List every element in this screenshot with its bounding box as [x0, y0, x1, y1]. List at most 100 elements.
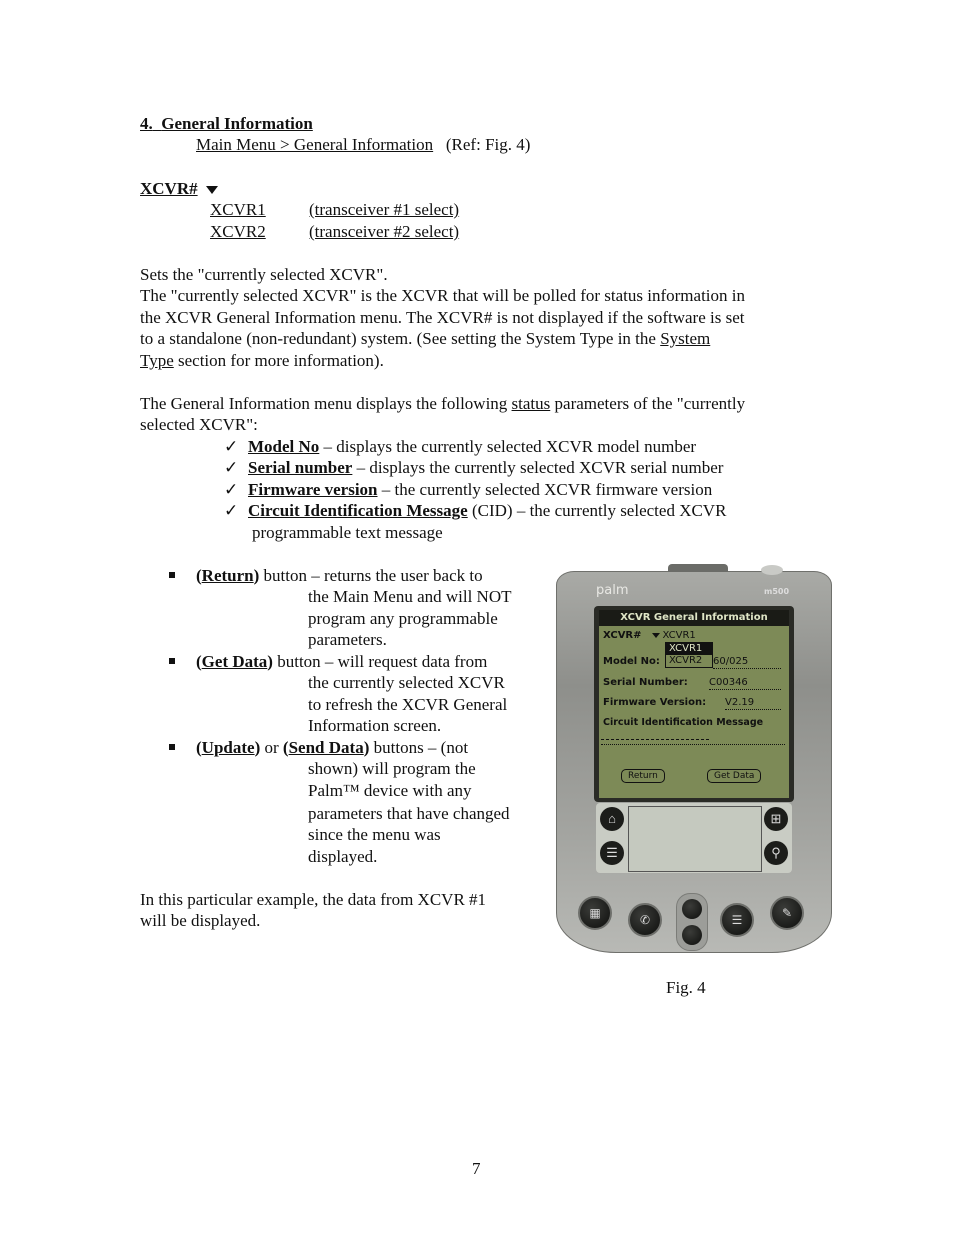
popup-option-xcvr1[interactable]: XCVR1 — [666, 643, 712, 655]
system-type-link[interactable]: System — [660, 329, 710, 348]
nav-path: Main Menu > General Information — [196, 135, 434, 154]
checklist-desc: – displays the currently selected XCVR s… — [352, 458, 724, 477]
xcvr-option-desc: (transceiver #2 select) — [309, 222, 460, 241]
cid-field-underline[interactable] — [601, 744, 785, 745]
return-button[interactable]: Return — [621, 769, 665, 783]
xcvr-option-desc: (transceiver #1 select) — [309, 200, 460, 219]
graffiti-input-area[interactable] — [628, 806, 762, 872]
checklist-desc-cont: programmable text message — [252, 523, 443, 542]
checklist-item: ✓ Circuit Identification Message (CID) – … — [224, 500, 726, 521]
section-heading: 4. General Information — [140, 113, 313, 134]
bullet-line: Information screen. — [308, 716, 442, 735]
screen-title: XCVR General Information — [599, 610, 789, 626]
get-data-button[interactable]: Get Data — [707, 769, 762, 783]
nav-path-line: Main Menu > General Information (Ref: Fi… — [196, 134, 530, 155]
text: The General Information menu displays th… — [140, 394, 512, 413]
popup-option-xcvr2[interactable]: XCVR2 — [666, 655, 712, 667]
device-brand-logo: palm — [596, 583, 629, 598]
xcvr-option-value: XCVR2 — [210, 222, 266, 241]
xcvr-selected-value[interactable]: XCVR1 — [663, 630, 696, 641]
section-number: 4. — [140, 114, 153, 133]
paragraph-line: The "currently selected XCVR" is the XCV… — [140, 286, 745, 305]
memo-pad-icon[interactable]: ✎ — [770, 896, 804, 930]
applications-icon[interactable]: ⊞ — [764, 807, 788, 831]
dropdown-triangle-icon[interactable] — [651, 632, 660, 638]
checklist-desc: (CID) – the currently selected XCVR — [467, 501, 727, 520]
checklist-item: ✓ Serial number – displays the currently … — [224, 457, 723, 478]
address-book-icon[interactable]: ✆ — [628, 903, 662, 937]
bullet-item: (Return) button – returns the user back … — [196, 566, 483, 585]
paragraph-line: Sets the "currently selected XCVR". — [140, 265, 388, 284]
bullet-line: to refresh the XCVR General — [308, 695, 508, 714]
checklist-term: Circuit Identification Message — [248, 501, 468, 520]
text: parameters of the "currently — [550, 394, 746, 413]
bullet-line: shown) will program the — [308, 759, 476, 778]
find-icon[interactable]: ⚲ — [764, 841, 788, 865]
check-icon: ✓ — [224, 458, 239, 477]
checklist-term: Serial number — [248, 458, 353, 477]
home-icon[interactable]: ⌂ — [600, 807, 624, 831]
bullet-term: Update — [201, 738, 255, 757]
xcvr-label: XCVR# — [603, 630, 642, 641]
bullet-item: (Update) or (Send Data) buttons – (not — [196, 738, 469, 757]
cid-value-line — [601, 739, 709, 740]
model-label: Model No: — [603, 656, 660, 667]
bullet-icon — [169, 658, 175, 664]
xcvr-popup-list: XCVR1 XCVR2 — [665, 642, 713, 668]
checklist-item: ✓ Model No – displays the currently selec… — [224, 436, 696, 457]
paragraph-line: to a standalone (non-redundant) system. … — [140, 328, 710, 349]
xcvr-option-value: XCVR1 — [210, 200, 266, 219]
dropdown-triangle-icon — [205, 186, 218, 195]
bullet-lead: button – returns the user back to — [259, 566, 483, 585]
text: section for more information). — [173, 351, 384, 370]
firmware-value: V2.19 — [725, 697, 781, 710]
model-value: 60/025 — [713, 656, 781, 669]
checklist-desc: – the currently selected XCVR firmware v… — [377, 480, 713, 499]
xcvr-label: XCVR# — [140, 179, 198, 198]
paragraph-line: The General Information menu displays th… — [140, 393, 745, 414]
serial-value: C00346 — [709, 677, 781, 690]
scroll-down-button[interactable] — [682, 925, 702, 945]
bullet-line: program any programmable — [308, 609, 498, 628]
bullet-lead: buttons – (not — [369, 738, 469, 757]
menu-icon[interactable]: ☰ — [600, 841, 624, 865]
text: to a standalone (non-redundant) system. … — [140, 329, 661, 348]
check-icon: ✓ — [224, 480, 239, 499]
bullet-term: Return — [201, 566, 254, 585]
bullet-line: since the menu was — [308, 825, 441, 844]
scroll-up-button[interactable] — [682, 899, 702, 919]
bullet-term: Send Data — [288, 738, 364, 757]
section-title: General Information — [161, 114, 313, 133]
cid-label: Circuit Identification Message — [603, 717, 764, 728]
xcvr-row: XCVR# XCVR1 — [603, 630, 696, 642]
paragraph-line: In this particular example, the data fro… — [140, 890, 487, 909]
paragraph-line: the XCVR General Information menu. The X… — [140, 308, 745, 327]
ir-port — [668, 564, 728, 572]
device-model-label: m500 — [764, 587, 790, 596]
bullet-line: the currently selected XCVR — [308, 673, 505, 692]
bullet-lead: button – will request data from — [272, 652, 488, 671]
graffiti-silkscreen: ⌂ ☰ ⊞ ⚲ — [596, 803, 792, 873]
firmware-label: Firmware Version: — [603, 697, 707, 708]
date-book-icon[interactable]: ▦ — [578, 896, 612, 930]
bullet-item: (Get Data) button – will request data fr… — [196, 652, 488, 671]
bullet-icon — [169, 572, 175, 578]
todo-icon[interactable]: ☰ — [720, 903, 754, 937]
serial-label: Serial Number: — [603, 677, 688, 688]
bullet-line: parameters that have changed — [308, 804, 510, 823]
bullet-line: displayed. — [308, 847, 378, 866]
bullet-term: Get Data — [201, 652, 268, 671]
stylus-top — [761, 565, 783, 575]
bullet-icon — [169, 744, 175, 750]
check-icon: ✓ — [224, 501, 239, 520]
palm-device-figure: palm m500 XCVR General Information XCVR#… — [556, 563, 832, 955]
bullet-line: the Main Menu and will NOT — [308, 587, 512, 606]
paragraph-line: selected XCVR": — [140, 415, 258, 434]
scroll-rocker — [676, 893, 708, 951]
system-type-link[interactable]: Type — [140, 351, 174, 370]
checklist-term: Model No — [248, 437, 320, 456]
checklist-term: Firmware version — [248, 480, 378, 499]
xcvr-field-heading: XCVR# — [140, 178, 218, 199]
text: or — [260, 738, 283, 757]
status-link[interactable]: status — [512, 394, 551, 413]
